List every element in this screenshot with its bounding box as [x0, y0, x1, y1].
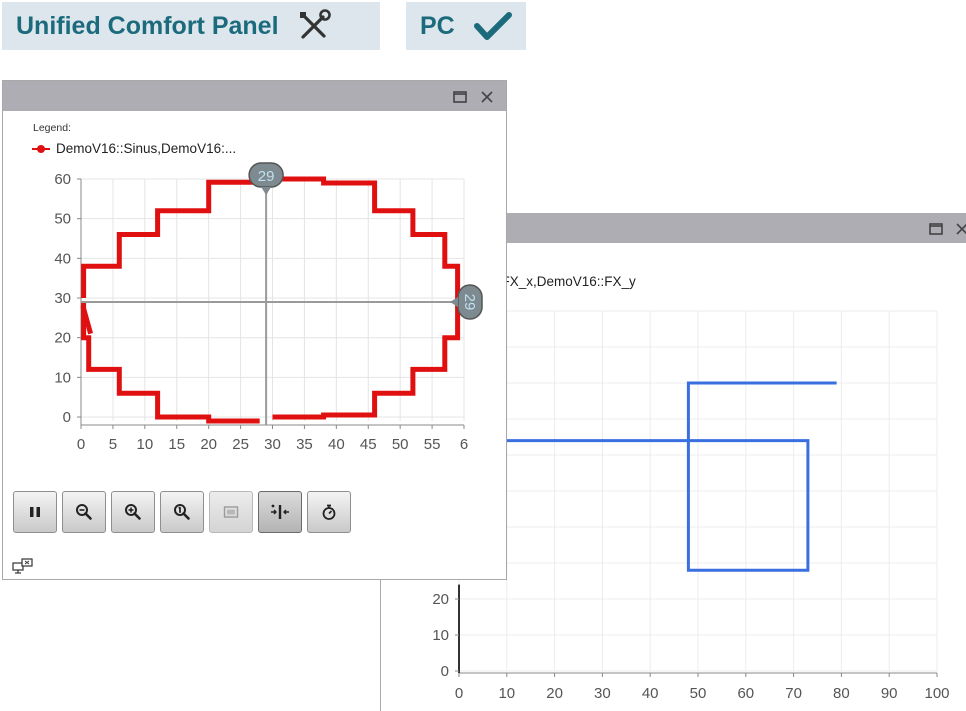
ruler-x-value: 29 [258, 168, 275, 185]
y-tick-label: 30 [54, 290, 71, 307]
zoom-area-button[interactable] [209, 491, 253, 533]
checkmark-icon [473, 9, 513, 43]
ruler-y-value: 29 [461, 294, 478, 311]
zoom-in-icon [125, 504, 141, 520]
x-tick-label: 10 [498, 685, 515, 702]
zoom-in-button[interactable] [111, 491, 155, 533]
x-tick-label: 90 [881, 685, 898, 702]
x-tick-label: 0 [77, 436, 85, 453]
pc-label: PC [420, 11, 455, 40]
x-tick-label: 40 [642, 685, 659, 702]
trend-toolbar [13, 491, 356, 535]
y-tick-label: 10 [432, 627, 449, 644]
x-tick-label: 30 [264, 436, 281, 453]
zoom-out-button[interactable] [62, 491, 106, 533]
zoom-100-icon [174, 504, 190, 520]
trend-window-sinus: Legend: DemoV16::Sinus,DemoV16:... 0 5 10 1… [2, 80, 507, 580]
x-tick-label: 50 [392, 436, 409, 453]
y-tick-label: 0 [441, 663, 449, 680]
pc-badge: PC [406, 2, 526, 50]
y-tick-label: 20 [54, 330, 71, 347]
panel-type-badge: Unified Comfort Panel [2, 2, 380, 50]
x-tick-label: 70 [785, 685, 802, 702]
x-tick-label: 55 [424, 436, 441, 453]
zoom-reset-button[interactable] [160, 491, 204, 533]
stopwatch-icon [322, 504, 336, 520]
x-tick-label: 100 [924, 685, 949, 702]
ruler-icon [271, 504, 289, 519]
x-tick-label: 15 [168, 436, 185, 453]
x-tick-label: 20 [200, 436, 217, 453]
y-tick-label: 10 [54, 369, 71, 386]
x-tick-label: 40 [328, 436, 345, 453]
sinus-trend-chart[interactable]: 0 5 10 15 20 25 30 35 40 45 50 55 60102030405060 2929 [3, 81, 507, 481]
y-tick-label: 50 [54, 211, 71, 228]
x-tick-label: 45 [360, 436, 377, 453]
tools-icon [297, 9, 331, 43]
x-tick-label: 6 [460, 436, 468, 453]
x-tick-label: 10 [136, 436, 153, 453]
x-tick-label: 30 [594, 685, 611, 702]
x-tick-label: 60 [737, 685, 754, 702]
y-tick-label: 20 [432, 591, 449, 608]
x-tick-label: 20 [546, 685, 563, 702]
ruler-button[interactable] [258, 491, 302, 533]
x-tick-label: 35 [296, 436, 313, 453]
x-tick-label: 25 [232, 436, 249, 453]
x-tick-label: 50 [690, 685, 707, 702]
connection-status-icon [12, 558, 34, 576]
panel-type-label: Unified Comfort Panel [16, 11, 279, 40]
zoom-out-icon [76, 504, 92, 520]
x-tick-label: 80 [833, 685, 850, 702]
x-tick-label: 0 [455, 685, 463, 702]
y-tick-label: 60 [54, 171, 71, 188]
pause-button[interactable] [13, 491, 57, 533]
x-tick-label: 5 [109, 436, 117, 453]
pause-icon [30, 507, 40, 517]
zoom-area-icon [223, 506, 239, 518]
stopwatch-button[interactable] [307, 491, 351, 533]
y-tick-label: 40 [54, 250, 71, 267]
y-tick-label: 0 [63, 409, 71, 426]
